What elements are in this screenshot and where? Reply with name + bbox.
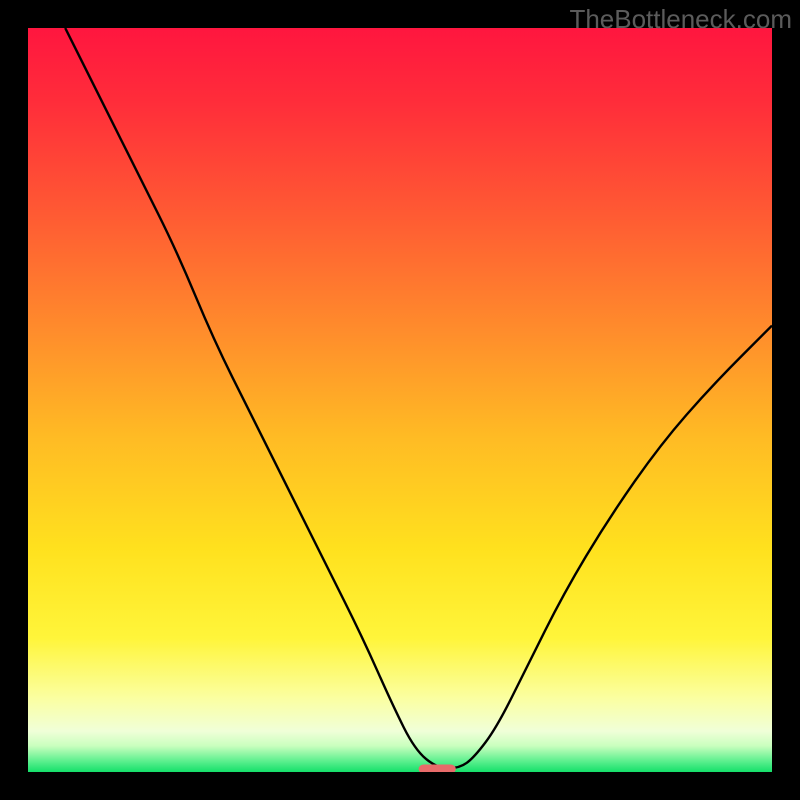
plot-area <box>28 28 772 772</box>
valley-marker <box>419 765 456 772</box>
chart-background <box>28 28 772 772</box>
watermark-text: TheBottleneck.com <box>569 4 792 35</box>
chart-frame: TheBottleneck.com <box>0 0 800 800</box>
chart-svg <box>28 28 772 772</box>
